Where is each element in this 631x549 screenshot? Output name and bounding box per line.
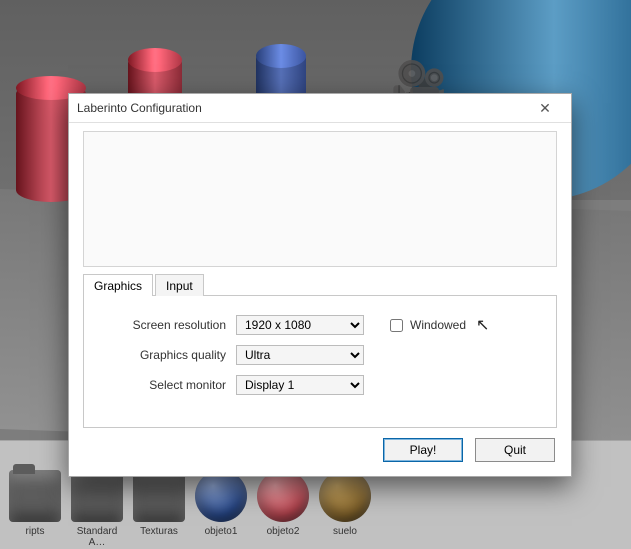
- asset-label: ripts: [8, 526, 62, 537]
- row-monitor: Select monitor Display 1: [106, 372, 534, 398]
- folder-icon: [133, 470, 185, 522]
- quality-label: Graphics quality: [106, 348, 236, 362]
- tab-strip: Graphics Input: [83, 273, 557, 296]
- dialog-title: Laberinto Configuration: [77, 101, 521, 115]
- asset-label: suelo: [318, 526, 372, 537]
- resolution-select[interactable]: 1920 x 1080: [236, 315, 364, 335]
- material-icon: [195, 470, 247, 522]
- row-quality: Graphics quality Ultra: [106, 342, 534, 368]
- material-icon: [319, 470, 371, 522]
- resolution-label: Screen resolution: [106, 318, 236, 332]
- asset-label: objeto2: [256, 526, 310, 537]
- row-resolution: Screen resolution 1920 x 1080 Windowed ↖: [106, 312, 534, 338]
- folder-icon: [9, 470, 61, 522]
- monitor-label: Select monitor: [106, 378, 236, 392]
- dialog-titlebar[interactable]: Laberinto Configuration ✕: [69, 94, 571, 123]
- dialog-banner: [83, 131, 557, 267]
- close-icon[interactable]: ✕: [527, 100, 563, 117]
- asset-folder[interactable]: Standard A…: [70, 470, 124, 545]
- windowed-checkbox[interactable]: Windowed: [386, 316, 466, 335]
- config-dialog: Laberinto Configuration ✕ Graphics Input…: [68, 93, 572, 477]
- asset-material[interactable]: objeto2: [256, 470, 310, 545]
- tab-body-graphics: Screen resolution 1920 x 1080 Windowed ↖…: [83, 296, 557, 428]
- material-icon: [257, 470, 309, 522]
- asset-label: Standard A…: [70, 526, 124, 548]
- asset-label: objeto1: [194, 526, 248, 537]
- asset-label: Texturas: [132, 526, 186, 537]
- asset-material[interactable]: objeto1: [194, 470, 248, 545]
- asset-folder[interactable]: Texturas: [132, 470, 186, 545]
- folder-icon: [71, 470, 123, 522]
- asset-folder[interactable]: ripts: [8, 470, 62, 545]
- play-button[interactable]: Play!: [383, 438, 463, 462]
- asset-material[interactable]: suelo: [318, 470, 372, 545]
- mouse-cursor-icon: ↖: [476, 315, 489, 335]
- windowed-input[interactable]: [390, 319, 403, 332]
- tab-input[interactable]: Input: [155, 274, 204, 296]
- quit-button[interactable]: Quit: [475, 438, 555, 462]
- monitor-select[interactable]: Display 1: [236, 375, 364, 395]
- dialog-button-row: Play! Quit: [69, 428, 571, 476]
- quality-select[interactable]: Ultra: [236, 345, 364, 365]
- windowed-label: Windowed: [410, 318, 466, 332]
- tab-graphics[interactable]: Graphics: [83, 274, 153, 296]
